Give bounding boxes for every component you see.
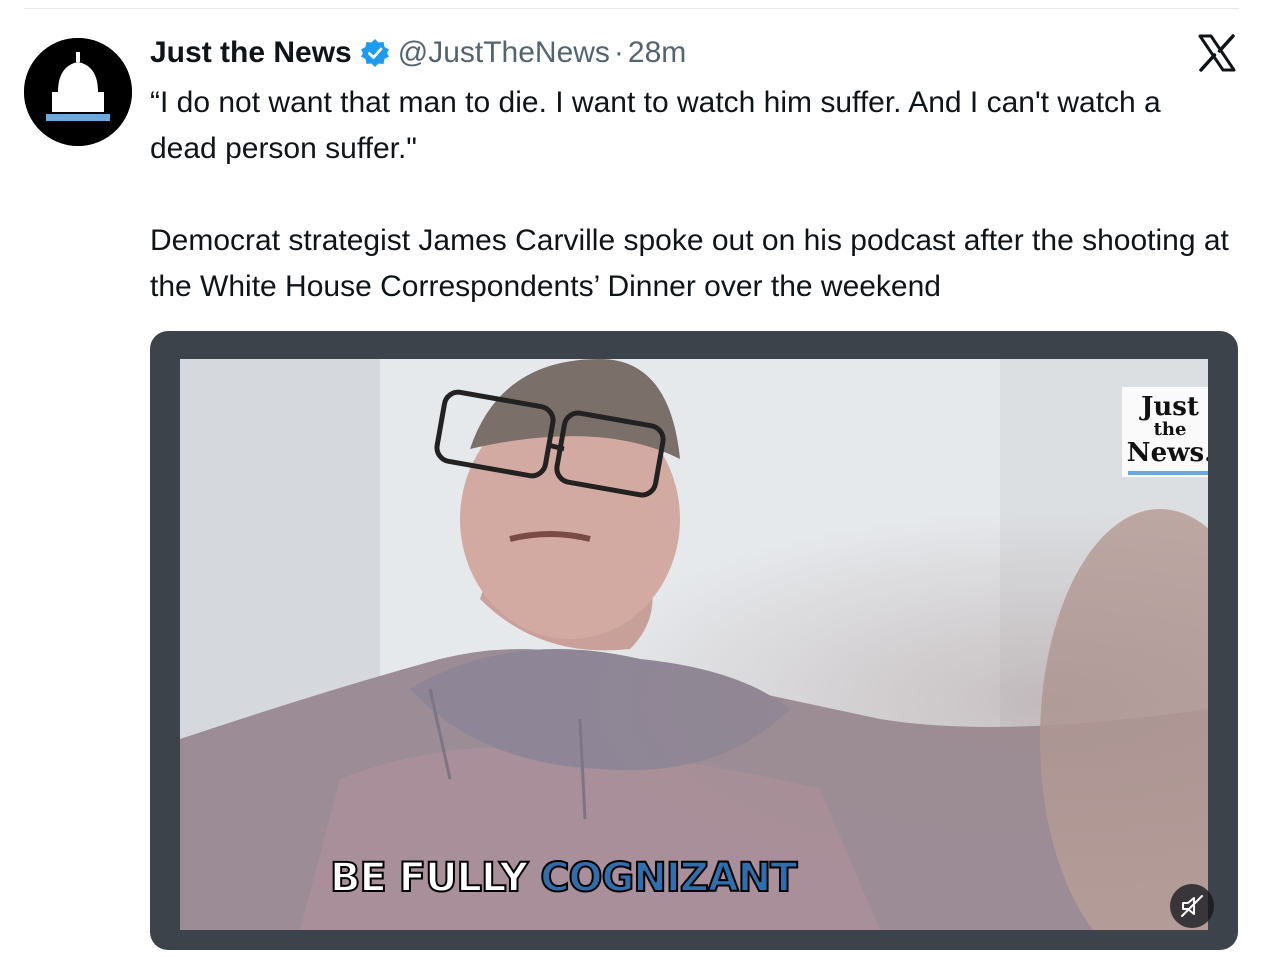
- handle[interactable]: @JustTheNews: [398, 36, 610, 70]
- mute-button[interactable]: [1170, 884, 1214, 928]
- x-logo-icon[interactable]: [1196, 32, 1238, 74]
- watermark-underline: [1128, 471, 1208, 475]
- subtitle-blue-text: COGNIZANT: [539, 854, 798, 902]
- display-name[interactable]: Just the News: [150, 36, 352, 70]
- video-player[interactable]: Just the News. BE FULLY COGNIZANT: [150, 331, 1238, 950]
- muted-speaker-icon: [1181, 895, 1203, 917]
- video-frame[interactable]: Just the News. BE FULLY COGNIZANT: [180, 359, 1208, 930]
- watermark-line3: News.: [1126, 438, 1208, 468]
- video-subtitle: BE FULLY COGNIZANT: [329, 854, 798, 902]
- subtitle-white-text: BE FULLY: [329, 854, 541, 902]
- avatar[interactable]: [24, 38, 132, 146]
- verified-badge-icon: [360, 38, 390, 68]
- watermark-logo: Just the News.: [1122, 387, 1208, 477]
- watermark-line1: Just: [1141, 392, 1199, 422]
- watermark-line2: the: [1153, 419, 1187, 440]
- tweet-header: Just the News @JustTheNews · 28m: [150, 30, 686, 76]
- capitol-dome-logo-icon: [24, 38, 132, 146]
- tweet-description: Democrat strategist James Carville spoke…: [150, 224, 1229, 303]
- separator-dot: ·: [613, 36, 624, 69]
- tweet-text: “I do not want that man to die. I want t…: [150, 80, 1235, 310]
- tweet-quote: “I do not want that man to die. I want t…: [150, 86, 1161, 165]
- top-divider: [24, 8, 1239, 9]
- video-shading: [180, 359, 1208, 930]
- timestamp[interactable]: 28m: [628, 36, 686, 70]
